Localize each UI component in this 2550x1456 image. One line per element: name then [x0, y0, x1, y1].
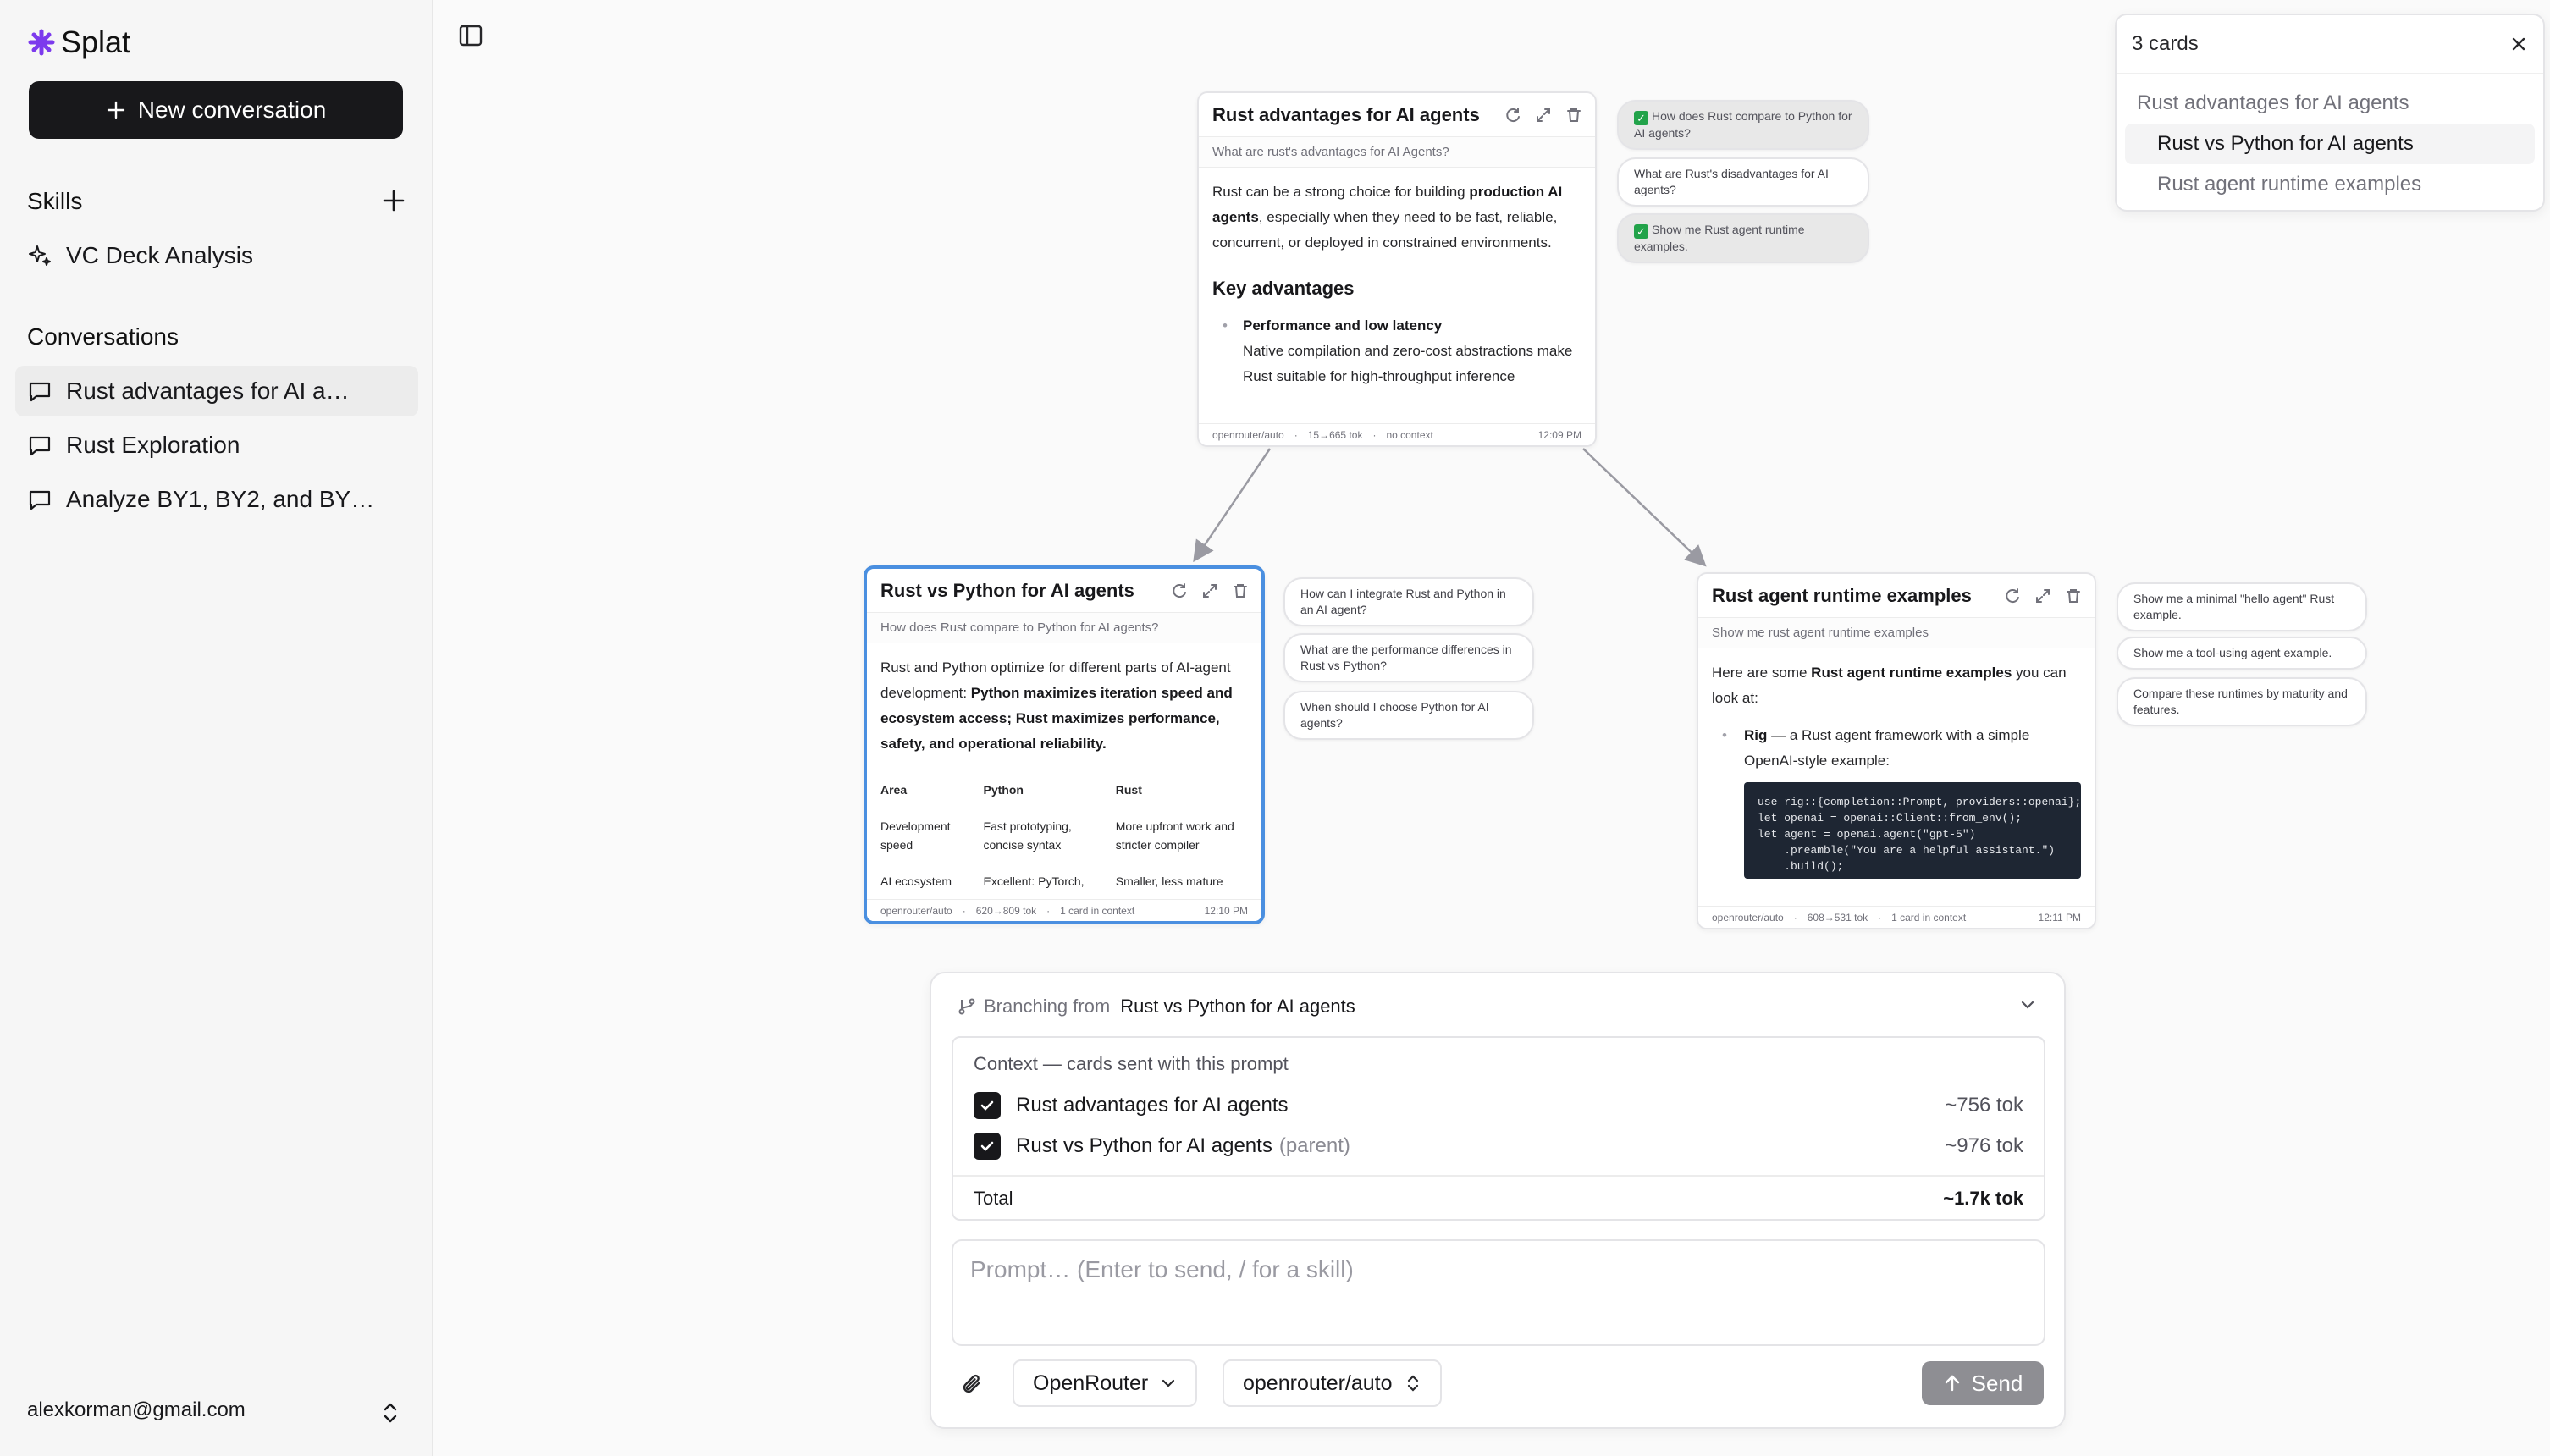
followup-chip[interactable]: ✓ How does Rust compare to Python for AI … — [1617, 100, 1869, 150]
context-box: Context — cards sent with this prompt Ru… — [952, 1036, 2045, 1221]
table-header: Python — [983, 772, 1116, 808]
followup-chip[interactable]: Compare these runtimes by maturity and f… — [2117, 677, 2367, 726]
trash-icon[interactable] — [1565, 106, 1583, 124]
card-bullet: • Rig — a Rust agent framework with a si… — [1722, 727, 2030, 769]
card-question: What are rust's advantages for AI Agents… — [1199, 137, 1595, 168]
table-header: Rust — [1115, 772, 1248, 808]
check-icon: ✓ — [1634, 111, 1648, 125]
bullet-title: Performance and low latency — [1243, 317, 1443, 334]
branch-indicator: Branching from Rust vs Python for AI age… — [957, 995, 1355, 1018]
trash-icon[interactable] — [1231, 582, 1250, 600]
bullet-text: — a Rust agent framework with a simple O… — [1744, 727, 2030, 769]
followup-chip[interactable]: What are Rust's disadvantages for AI age… — [1617, 157, 1869, 207]
refresh-icon[interactable] — [2003, 587, 2022, 605]
context-item-label: Rust vs Python for AI agents — [1016, 1134, 1272, 1157]
arrow-up-icon — [1945, 1375, 1959, 1392]
model-select[interactable]: openrouter/auto — [1223, 1359, 1442, 1407]
chevron-down-icon[interactable] — [2018, 995, 2037, 1014]
send-button[interactable]: Send — [1922, 1361, 2044, 1405]
card-intro: Rust and Python optimize for different p… — [880, 659, 1233, 752]
context-total: Total ~1.7k tok — [953, 1175, 2044, 1221]
card-bullet: • Performance and low latency Native com… — [1223, 317, 1573, 384]
comparison-table: Area Python Rust Development speed Fast … — [880, 772, 1248, 900]
trash-icon[interactable] — [2064, 587, 2083, 605]
composer: Branching from Rust vs Python for AI age… — [930, 972, 2066, 1429]
card-rust-runtime[interactable]: Rust agent runtime examples Show me rust… — [1697, 572, 2096, 929]
branch-card: Rust vs Python for AI agents — [1120, 995, 1355, 1017]
parent-tag: (parent) — [1278, 1134, 1350, 1157]
edge-advantages-to-python — [1193, 448, 1272, 563]
card-question: Show me rust agent runtime examples — [1698, 618, 2095, 648]
expand-icon[interactable] — [2034, 587, 2052, 605]
refresh-icon[interactable] — [1504, 106, 1522, 124]
cards-panel-item[interactable]: Rust agent runtime examples — [2125, 164, 2535, 205]
context-item[interactable]: Rust vs Python for AI agents (parent) ~9… — [974, 1129, 2023, 1163]
checkbox-checked-icon[interactable] — [974, 1092, 1001, 1119]
bullet-text: Native compilation and zero-cost abstrac… — [1243, 343, 1573, 384]
cards-panel-item[interactable]: Rust vs Python for AI agents — [2125, 124, 2535, 164]
provider-select[interactable]: OpenRouter — [1013, 1359, 1198, 1407]
chevron-down-icon — [1162, 1379, 1175, 1387]
branch-label: Branching from — [984, 995, 1111, 1017]
chevron-up-down-icon — [1407, 1375, 1418, 1392]
card-title: Rust advantages for AI agents — [1212, 103, 1480, 125]
table-header: Area — [880, 772, 984, 808]
code-block: use rig::{completion::Prompt, providers:… — [1744, 782, 2081, 879]
context-item-tokens: ~756 tok — [1945, 1094, 2023, 1117]
followup-chip[interactable]: ✓ Show me Rust agent runtime examples. — [1617, 213, 1869, 263]
prompt-input[interactable]: Prompt… (Enter to send, / for a skill) — [952, 1239, 2045, 1346]
context-title: Context — cards sent with this prompt — [974, 1053, 1289, 1074]
followup-chip[interactable]: Show me a tool-using agent example. — [2117, 637, 2367, 670]
paperclip-icon[interactable] — [960, 1371, 985, 1398]
card-footer: openrouter/auto · 608→531 tok · 1 card in … — [1698, 906, 2095, 928]
table-row: AI ecosystem Excellent: PyTorch, Smaller… — [880, 863, 1248, 900]
bullet-title: Rig — [1744, 727, 1768, 743]
followup-chip[interactable]: What are the performance differences in … — [1283, 633, 1534, 682]
table-row: Development speed Fast prototyping, conc… — [880, 808, 1248, 863]
card-rust-vs-python[interactable]: Rust vs Python for AI agents How does Ru… — [864, 565, 1265, 924]
cards-panel-item[interactable]: Rust advantages for AI agents — [2125, 83, 2535, 124]
card-intro: Rust can be a strong choice for building… — [1212, 184, 1563, 251]
card-footer: openrouter/auto · 620→809 tok · 1 card in … — [867, 899, 1261, 921]
context-item[interactable]: Rust advantages for AI agents ~756 tok — [974, 1089, 2023, 1122]
checkbox-checked-icon[interactable] — [974, 1133, 1001, 1160]
context-item-tokens: ~976 tok — [1945, 1134, 2023, 1157]
cards-count: 3 cards — [2132, 32, 2199, 55]
context-item-label: Rust advantages for AI agents — [1016, 1094, 1289, 1117]
git-branch-icon — [958, 998, 975, 1015]
card-heading: Key advantages — [1212, 278, 1355, 299]
card-intro: Here are some Rust agent runtime example… — [1712, 665, 2067, 706]
followup-chip[interactable]: When should I choose Python for AI agent… — [1283, 691, 1534, 740]
card-title: Rust vs Python for AI agents — [880, 579, 1134, 601]
followup-chip[interactable]: Show me a minimal "hello agent" Rust exa… — [2117, 582, 2367, 631]
cards-panel: 3 cards Rust advantages for AI agents Ru… — [2115, 14, 2545, 212]
refresh-icon[interactable] — [1170, 582, 1189, 600]
card-rust-advantages[interactable]: Rust advantages for AI agents What are r… — [1197, 91, 1597, 447]
edge-advantages-to-runtime — [1582, 448, 1707, 567]
card-question: How does Rust compare to Python for AI a… — [867, 613, 1261, 643]
expand-icon[interactable] — [1534, 106, 1553, 124]
check-icon: ✓ — [1634, 224, 1648, 239]
card-footer: openrouter/auto · 15→665 tok · no context … — [1199, 423, 1595, 445]
card-title: Rust agent runtime examples — [1712, 584, 1972, 606]
expand-icon[interactable] — [1200, 582, 1219, 600]
close-icon[interactable] — [2509, 35, 2528, 53]
followup-chip[interactable]: How can I integrate Rust and Python in a… — [1283, 577, 1534, 626]
